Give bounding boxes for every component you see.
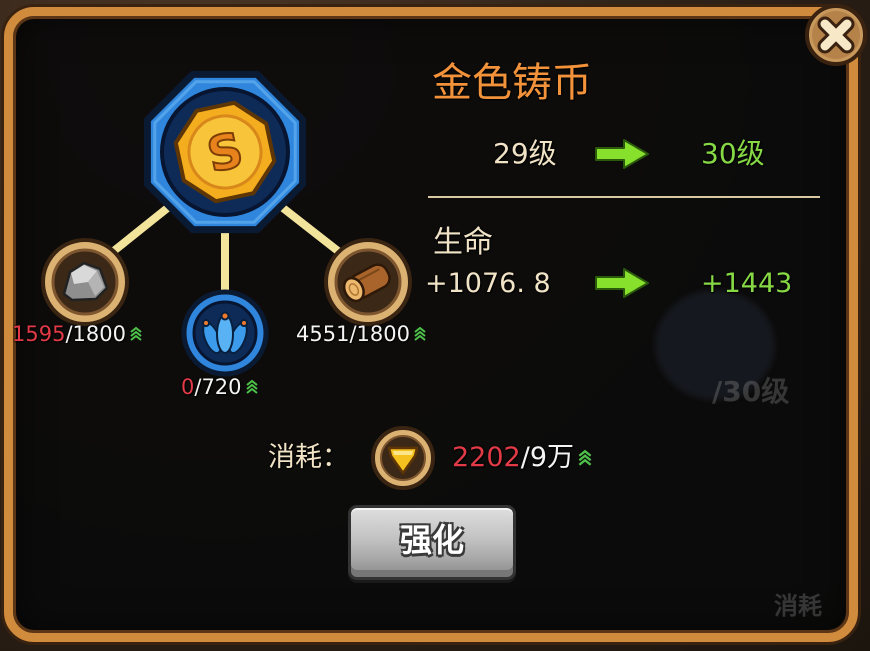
material-need: /1800	[349, 322, 410, 346]
material-count-scale: 0/720	[181, 377, 259, 398]
gold-crest-icon	[371, 426, 435, 490]
upgrade-arrows-icon	[578, 449, 592, 466]
material-have: 0	[181, 375, 195, 399]
right-arrow-icon	[595, 268, 649, 298]
scale-center	[216, 314, 234, 354]
material-have: 4551	[296, 322, 350, 346]
close-button[interactable]	[804, 3, 868, 67]
material-need: /1800	[65, 322, 126, 346]
background-cost-text: 消耗	[774, 592, 822, 620]
cost-item-badge[interactable]	[369, 424, 437, 492]
upgrade-arrows-icon	[245, 379, 258, 394]
upgrade-arrows-icon	[130, 326, 142, 341]
gold-coin-badge: S	[143, 70, 307, 234]
material-badge-scale[interactable]	[181, 289, 269, 377]
cost-have: 2202	[452, 442, 521, 473]
material-have: 1595	[12, 322, 66, 346]
cost-need: /9万	[520, 442, 574, 473]
cost-count: 2202/9万	[452, 444, 593, 471]
item-title: 金色铸币	[432, 60, 592, 106]
scale-tip	[240, 319, 248, 327]
material-count-stone: 1595/1800	[12, 324, 143, 345]
upgrade-button-label: 强化	[399, 520, 464, 559]
next-level: 30级	[701, 137, 765, 170]
scale-tip	[202, 319, 210, 327]
stat-next-value: +1443	[701, 268, 793, 299]
upgrade-arrows-icon	[414, 326, 426, 341]
background-level-text: /30级	[712, 375, 790, 408]
material-badge-stone[interactable]	[41, 238, 129, 326]
material-count-log: 4551/1800	[296, 324, 427, 345]
material-badge-log[interactable]	[324, 238, 412, 326]
scale-tip	[220, 311, 230, 321]
stat-label: 生命	[433, 225, 493, 260]
material-need: /720	[194, 375, 242, 399]
upgrade-tree: S	[41, 70, 412, 377]
divider	[428, 196, 820, 198]
right-arrow-icon	[595, 139, 649, 169]
cost-label: 消耗：	[268, 442, 349, 473]
current-level: 29级	[493, 137, 557, 170]
close-icon	[805, 4, 867, 66]
stat-current-value: +1076. 8	[425, 268, 551, 299]
upgrade-button[interactable]: 强化	[348, 505, 516, 580]
